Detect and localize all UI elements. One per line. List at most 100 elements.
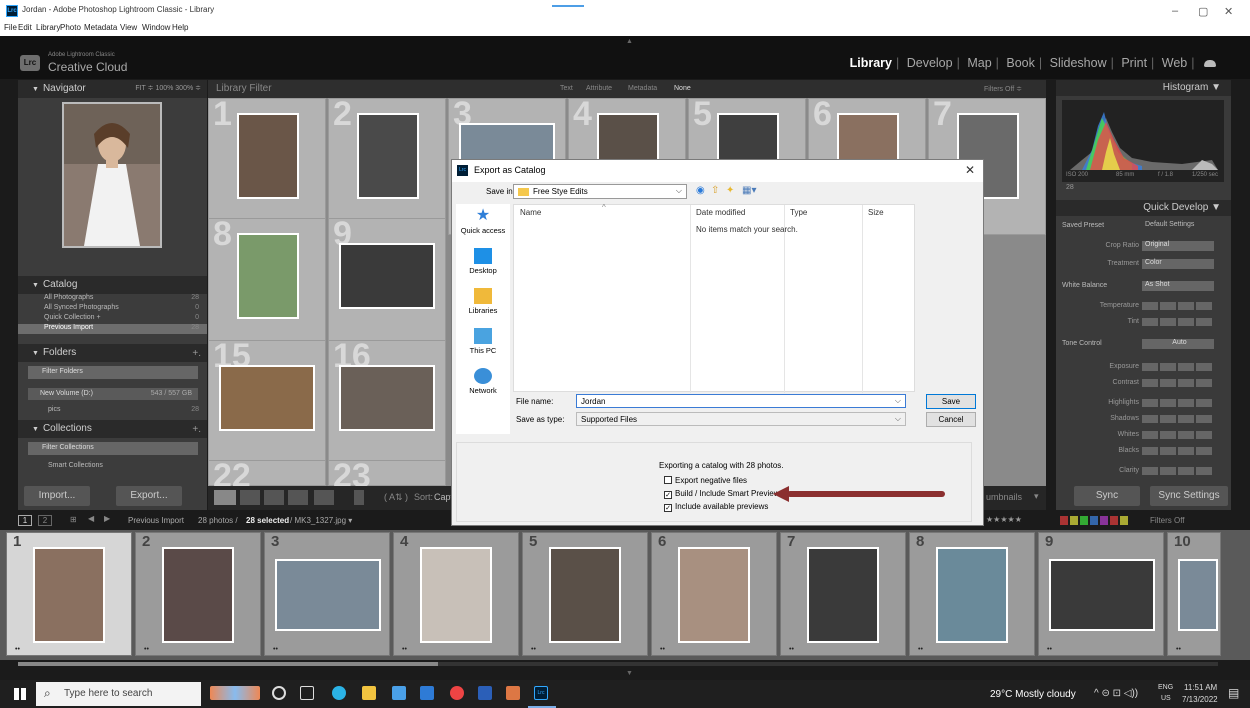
grid-icon[interactable]: ⊞ bbox=[70, 515, 77, 524]
menu-edit[interactable]: Edit bbox=[18, 23, 32, 32]
filmstrip-source[interactable]: Previous Import bbox=[128, 516, 184, 525]
grid-cell[interactable]: 23 bbox=[328, 457, 446, 495]
file-list[interactable]: Name ^ Date modified Type Size No items … bbox=[513, 203, 915, 393]
tone-row-buttons[interactable] bbox=[1142, 399, 1214, 407]
filters-off-dropdown[interactable]: Filters Off ≑ bbox=[984, 85, 1022, 93]
filmstrip-cell[interactable]: 6 •• bbox=[651, 532, 777, 656]
filmstrip-thumbnail[interactable] bbox=[1178, 559, 1218, 631]
auto-tone-button[interactable]: Auto bbox=[1142, 339, 1214, 349]
column-size[interactable]: Size bbox=[868, 208, 884, 217]
menu-window[interactable]: Window bbox=[142, 23, 170, 32]
place-libraries[interactable]: Libraries bbox=[456, 288, 510, 315]
catalog-header[interactable]: ▼ Catalog bbox=[18, 276, 207, 294]
filmstrip-thumbnail[interactable] bbox=[936, 547, 1008, 643]
checkbox-box[interactable] bbox=[664, 476, 672, 484]
sync-button[interactable]: Sync bbox=[1074, 486, 1140, 506]
save-as-type-select[interactable]: Supported Files ⌵ bbox=[576, 412, 906, 426]
filmstrip-cell[interactable]: 1 •• bbox=[6, 532, 132, 656]
module-map[interactable]: Map bbox=[967, 56, 991, 70]
filmstrip-thumbnail[interactable] bbox=[807, 547, 879, 643]
loupe-view-icon[interactable] bbox=[240, 490, 260, 505]
cortana-icon[interactable] bbox=[272, 686, 286, 700]
filmstrip-cell[interactable]: 7 •• bbox=[780, 532, 906, 656]
primary-window-icon[interactable]: 1 bbox=[18, 515, 32, 526]
weather-text[interactable]: 29°C Mostly cloudy bbox=[990, 689, 1076, 700]
photo-thumbnail[interactable] bbox=[219, 365, 315, 431]
word-icon[interactable] bbox=[478, 686, 492, 700]
place-desktop[interactable]: Desktop bbox=[456, 248, 510, 275]
view-menu-icon[interactable]: ▦▾ bbox=[742, 185, 756, 196]
sync-settings-button[interactable]: Sync Settings bbox=[1150, 486, 1228, 506]
spray-can-icon[interactable] bbox=[354, 490, 364, 505]
store-icon[interactable] bbox=[392, 686, 406, 700]
grid-cell[interactable]: 9★★ bbox=[328, 215, 446, 355]
checkbox-box[interactable]: ✓ bbox=[664, 504, 672, 512]
news-widget-icon[interactable] bbox=[210, 686, 260, 700]
filmstrip-cell[interactable]: 4 •• bbox=[393, 532, 519, 656]
notification-icon[interactable]: ▤ bbox=[1228, 686, 1239, 700]
module-print[interactable]: Print bbox=[1121, 56, 1147, 70]
up-folder-icon[interactable]: ⇧ bbox=[711, 185, 719, 196]
volume-row[interactable]: New Volume (D:) 543 / 557 GB bbox=[28, 388, 198, 400]
rating-filter-icon[interactable]: ★★★★★ bbox=[986, 515, 1022, 524]
file-name-input[interactable]: Jordan ⌵ bbox=[576, 394, 906, 408]
export-negative-checkbox[interactable]: Export negative files bbox=[664, 476, 747, 485]
smart-collections-row[interactable]: Smart Collections bbox=[18, 462, 207, 472]
add-folder-icon[interactable]: +. bbox=[192, 348, 201, 359]
add-collection-icon[interactable]: +. bbox=[192, 424, 201, 435]
photo-thumbnail[interactable] bbox=[339, 243, 435, 309]
filmstrip-cell[interactable]: 10 •• bbox=[1167, 532, 1221, 656]
filmstrip-thumbnail[interactable] bbox=[420, 547, 492, 643]
menu-view[interactable]: View bbox=[120, 23, 137, 32]
filter-text[interactable]: Text bbox=[560, 85, 573, 92]
mail-icon[interactable] bbox=[420, 686, 434, 700]
back-icon[interactable]: ◉ bbox=[696, 185, 705, 196]
tone-row-buttons[interactable] bbox=[1142, 447, 1214, 455]
chevron-down-icon[interactable]: ⌵ bbox=[895, 396, 901, 406]
place-network[interactable]: Network bbox=[456, 368, 510, 395]
chrome-icon[interactable] bbox=[450, 686, 464, 700]
dialog-close-icon[interactable]: ✕ bbox=[965, 163, 975, 177]
taskbar-search-input[interactable]: ⌕ Type here to search bbox=[36, 682, 201, 706]
tint-buttons[interactable] bbox=[1142, 318, 1214, 326]
collapse-top-icon[interactable]: ▲ bbox=[626, 38, 633, 45]
column-date-modified[interactable]: Date modified bbox=[696, 208, 745, 217]
color-label-filter[interactable] bbox=[1060, 516, 1130, 525]
place-this-pc[interactable]: This PC bbox=[456, 328, 510, 355]
filmstrip-cell[interactable]: 8 •• bbox=[909, 532, 1035, 656]
treatment-select[interactable]: Color bbox=[1142, 259, 1214, 269]
save-in-dropdown[interactable]: Free Stye Edits ⌵ bbox=[513, 184, 687, 199]
tone-row-buttons[interactable] bbox=[1142, 467, 1214, 475]
cloud-icon[interactable] bbox=[1204, 60, 1216, 67]
filter-collections-field[interactable]: Filter Collections bbox=[28, 442, 198, 455]
filmstrip-cell[interactable]: 3 •• bbox=[264, 532, 390, 656]
menu-photo[interactable]: Photo bbox=[60, 23, 81, 32]
back-arrow-icon[interactable]: ◀ bbox=[88, 514, 94, 523]
navigator-zoom[interactable]: FIT ≑ 100% 300% ≑ bbox=[135, 84, 201, 92]
new-folder-icon[interactable]: ✦ bbox=[726, 185, 734, 196]
crop-ratio-select[interactable]: Original bbox=[1142, 241, 1214, 251]
include-previews-checkbox[interactable]: ✓ Include available previews bbox=[664, 502, 768, 512]
scrollbar-thumb[interactable] bbox=[18, 662, 438, 666]
language-code[interactable]: ENG bbox=[1158, 684, 1173, 691]
checkbox-box[interactable]: ✓ bbox=[664, 491, 672, 499]
secondary-window-icon[interactable]: 2 bbox=[38, 515, 52, 526]
filmstrip-filename[interactable]: / MK3_1327.jpg ▾ bbox=[290, 516, 352, 525]
filmstrip-cell[interactable]: 2 •• bbox=[135, 532, 261, 656]
filter-metadata[interactable]: Metadata bbox=[628, 85, 657, 92]
region-code[interactable]: US bbox=[1161, 695, 1171, 702]
export-button[interactable]: Export... bbox=[116, 486, 182, 506]
catalog-row-selected[interactable]: Previous Import 28 bbox=[18, 324, 207, 334]
photo-thumbnail[interactable] bbox=[237, 113, 299, 199]
smart-previews-checkbox[interactable]: ✓ Build / Include Smart Previews bbox=[664, 489, 784, 499]
filmstrip-scrollbar[interactable] bbox=[18, 662, 1218, 666]
menu-file[interactable]: File bbox=[4, 23, 17, 32]
module-slideshow[interactable]: Slideshow bbox=[1050, 56, 1107, 70]
survey-view-icon[interactable] bbox=[288, 490, 308, 505]
compare-view-icon[interactable] bbox=[264, 490, 284, 505]
histogram-header[interactable]: Histogram ▼ bbox=[1056, 80, 1231, 96]
white-balance-select[interactable]: As Shot bbox=[1142, 281, 1214, 291]
collapse-bottom-icon[interactable]: ▼ bbox=[626, 670, 633, 677]
close-icon[interactable]: ✕ bbox=[1224, 5, 1233, 18]
filter-folders-field[interactable]: Filter Folders bbox=[28, 366, 198, 379]
